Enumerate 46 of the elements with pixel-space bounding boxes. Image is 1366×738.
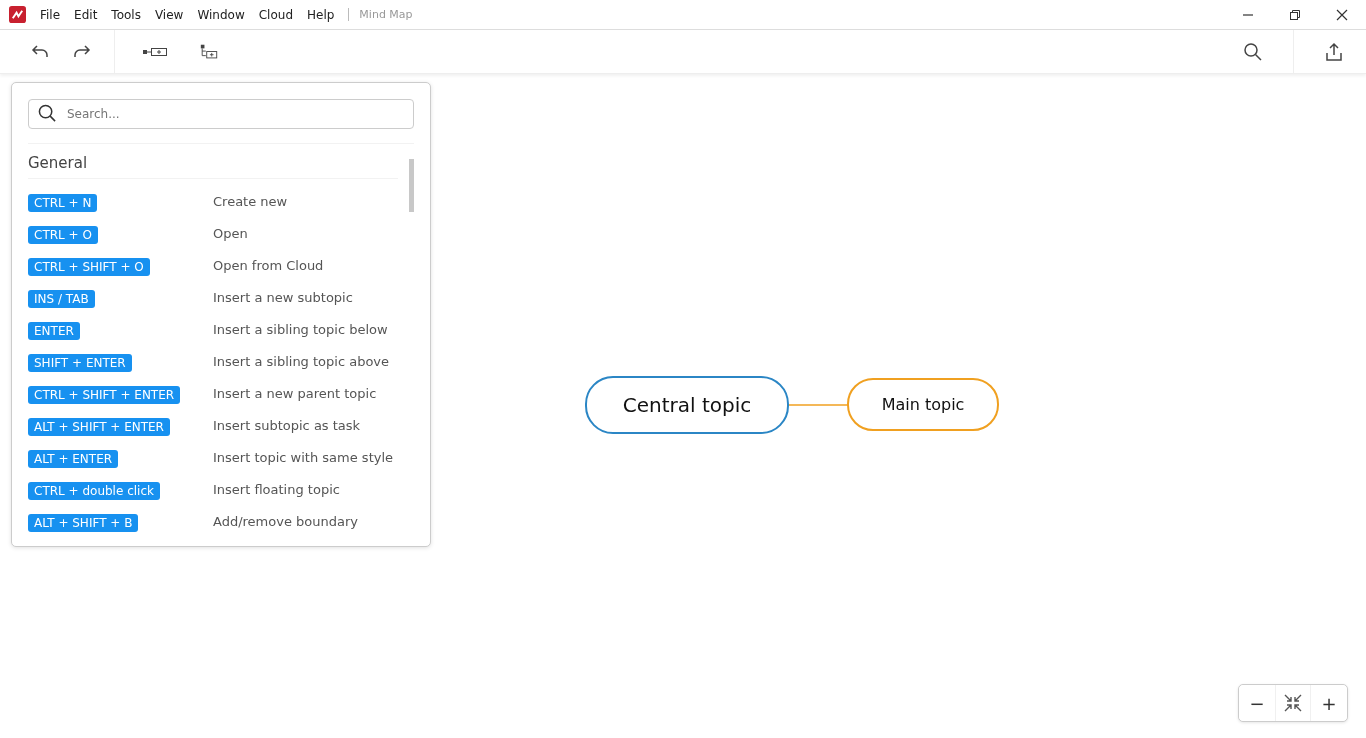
- share-icon[interactable]: [1324, 41, 1344, 62]
- shortcut-key: ALT + SHIFT + ENTER: [28, 417, 170, 436]
- menu-item[interactable]: File: [40, 7, 61, 22]
- document-title: Mind Map: [359, 8, 413, 21]
- search-field[interactable]: Search...: [28, 99, 414, 129]
- menu-item[interactable]: View: [154, 7, 184, 22]
- shortcut-key: ALT + SHIFT + B: [28, 513, 139, 532]
- menu-item[interactable]: Edit: [74, 7, 98, 22]
- shortcut-action: Insert a sibling topic above: [213, 353, 390, 369]
- main-topic-node[interactable]: Main topic: [847, 378, 999, 431]
- zoom-in-button[interactable]: +: [1311, 685, 1347, 721]
- shortcut-action: Insert a new parent topic: [213, 385, 377, 401]
- shortcut-action: Add/remove boundary: [213, 513, 358, 529]
- shortcut-action: Insert floating topic: [213, 481, 340, 497]
- app-logo-icon: [9, 6, 26, 23]
- shortcut-key: ALT + ENTER: [28, 449, 119, 468]
- shortcut-key: CTRL + N: [28, 193, 98, 212]
- shortcut-key: ENTER: [28, 321, 80, 340]
- search-icon: [38, 104, 57, 123]
- shortcut-action: Insert a sibling topic below: [213, 321, 388, 337]
- menu-item[interactable]: Cloud: [258, 7, 293, 22]
- restore-icon[interactable]: [1289, 8, 1301, 21]
- fit-button[interactable]: [1275, 685, 1311, 721]
- shortcut-action: Create new: [213, 193, 288, 209]
- shortcut-key: CTRL + SHIFT + O: [28, 257, 150, 276]
- shortcut-key: SHIFT + ENTER: [28, 353, 132, 372]
- shortcut-key: CTRL + double click: [28, 481, 160, 500]
- zoom-out-button[interactable]: −: [1239, 685, 1275, 721]
- shortcut-action: Open from Cloud: [213, 257, 324, 273]
- menu-item[interactable]: Help: [307, 7, 335, 22]
- menu-item[interactable]: Tools: [111, 7, 141, 22]
- scrollbar-thumb[interactable]: [409, 159, 414, 212]
- connector-line: [789, 403, 848, 407]
- search-icon[interactable]: [1243, 41, 1263, 62]
- shortcut-key: INS / TAB: [28, 289, 95, 308]
- section-heading: General: [28, 154, 398, 179]
- shortcut-key: CTRL + O: [28, 225, 98, 244]
- shortcut-action: Insert topic with same style: [213, 449, 394, 465]
- shortcut-action: Insert subtopic as task: [213, 417, 361, 433]
- central-topic-node[interactable]: Central topic: [585, 376, 789, 434]
- shortcut-action: Open: [213, 225, 248, 241]
- close-icon[interactable]: [1336, 8, 1348, 21]
- shortcut-action: Insert a new subtopic: [213, 289, 353, 305]
- menu-item[interactable]: Window: [197, 7, 245, 22]
- shortcut-key: CTRL + SHIFT + ENTER: [28, 385, 181, 404]
- collapse-arrows-icon: [1283, 693, 1303, 713]
